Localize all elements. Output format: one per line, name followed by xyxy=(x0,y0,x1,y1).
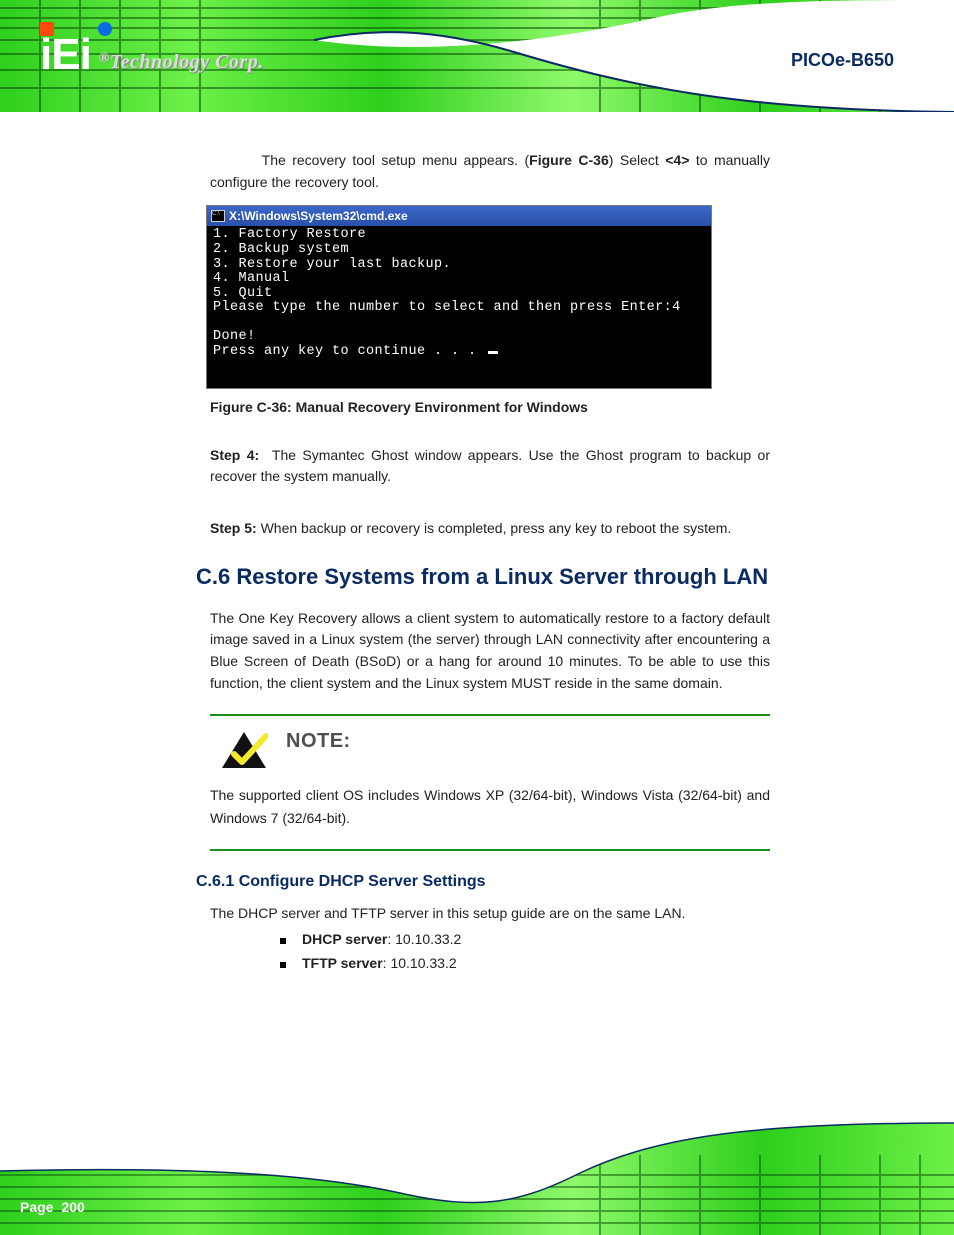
note-title: NOTE: xyxy=(286,730,351,753)
logo-letters: iEi xyxy=(40,30,91,79)
term-line-7: Done! xyxy=(213,329,256,344)
intro-after: ) Select xyxy=(609,152,665,168)
note-top-rule xyxy=(210,714,770,716)
intro-option: <4> xyxy=(665,152,689,168)
note-body: The supported client OS includes Windows… xyxy=(210,784,770,829)
step5-text: When backup or recovery is completed, pr… xyxy=(257,520,732,536)
logo-accent-dot xyxy=(98,22,112,36)
note-block: NOTE: xyxy=(220,730,770,770)
step5-label: Step 5: xyxy=(210,520,257,536)
page-number-value: 200 xyxy=(61,1199,84,1215)
intro-before: The recovery tool setup menu appears. ( xyxy=(262,152,530,168)
logo-text: iEi xyxy=(40,30,91,80)
list-item: DHCP server: 10.10.33.2 xyxy=(280,931,770,947)
page-number: Page 200 xyxy=(20,1199,85,1215)
bullet-icon xyxy=(280,938,286,944)
note-bottom-rule xyxy=(210,849,770,851)
dhcp-intro: The DHCP server and TFTP server in this … xyxy=(210,905,770,921)
section-heading-c61: C.6.1 Configure DHCP Server Settings xyxy=(196,873,770,891)
term-line-8: Press any key to continue . . . xyxy=(213,344,477,359)
page-label-text: Page xyxy=(20,1199,53,1215)
note-triangle-check-icon xyxy=(220,730,268,770)
terminal-title: X:\Windows\System32\cmd.exe xyxy=(229,209,408,223)
cmd-icon xyxy=(211,210,225,222)
logo-accent-square xyxy=(40,22,54,36)
term-line-5: Please type the number to select and the… xyxy=(213,300,681,315)
registered-mark: ® xyxy=(99,51,110,66)
figure-text: Manual Recovery Environment for Windows xyxy=(296,399,588,415)
page-content: The recovery tool setup menu appears. (F… xyxy=(210,150,770,979)
footer-white-swoosh xyxy=(0,1115,954,1235)
terminal-body: 1. Factory Restore 2. Backup system 3. R… xyxy=(207,226,711,387)
brand-tagline: ®Technology Corp. xyxy=(99,51,264,74)
section-c6-body: The One Key Recovery allows a client sys… xyxy=(210,608,770,695)
tagline-text: Technology Corp. xyxy=(110,51,264,73)
term-line-1: 2. Backup system xyxy=(213,242,349,257)
header-banner: iEi ®Technology Corp. PICOe-B650 xyxy=(0,0,954,112)
step4-paragraph: Step 4: The Symantec Ghost window appear… xyxy=(210,445,770,488)
list-label: DHCP server xyxy=(302,931,387,947)
terminal-cursor xyxy=(488,351,498,354)
terminal-screenshot: X:\Windows\System32\cmd.exe 1. Factory R… xyxy=(206,205,712,388)
figure-label: Figure C-36: xyxy=(210,399,296,415)
term-line-0: 1. Factory Restore xyxy=(213,227,366,242)
figure-caption: Figure C-36: Manual Recovery Environment… xyxy=(210,399,770,415)
step4-label: Step 4: xyxy=(210,447,259,463)
section-heading-c6: C.6 Restore Systems from a Linux Server … xyxy=(196,564,770,590)
term-line-2: 3. Restore your last backup. xyxy=(213,257,451,272)
list-item: TFTP server: 10.10.33.2 xyxy=(280,955,770,971)
term-line-4: 5. Quit xyxy=(213,286,273,301)
term-line-3: 4. Manual xyxy=(213,271,290,286)
list-desc: : 10.10.33.2 xyxy=(383,955,457,971)
footer-banner: Page 200 xyxy=(0,1115,954,1235)
bullet-icon xyxy=(280,962,286,968)
terminal-titlebar: X:\Windows\System32\cmd.exe xyxy=(207,206,711,226)
step5-paragraph: Step 5: When backup or recovery is compl… xyxy=(210,518,770,540)
product-name: PICOe-B650 xyxy=(791,50,894,71)
intro-paragraph: The recovery tool setup menu appears. (F… xyxy=(210,150,770,193)
server-list: DHCP server: 10.10.33.2 TFTP server: 10.… xyxy=(280,931,770,971)
brand-logo: iEi ®Technology Corp. xyxy=(40,22,300,80)
list-label: TFTP server xyxy=(302,955,383,971)
list-desc: : 10.10.33.2 xyxy=(387,931,461,947)
intro-figref: Figure C-36 xyxy=(529,152,609,168)
